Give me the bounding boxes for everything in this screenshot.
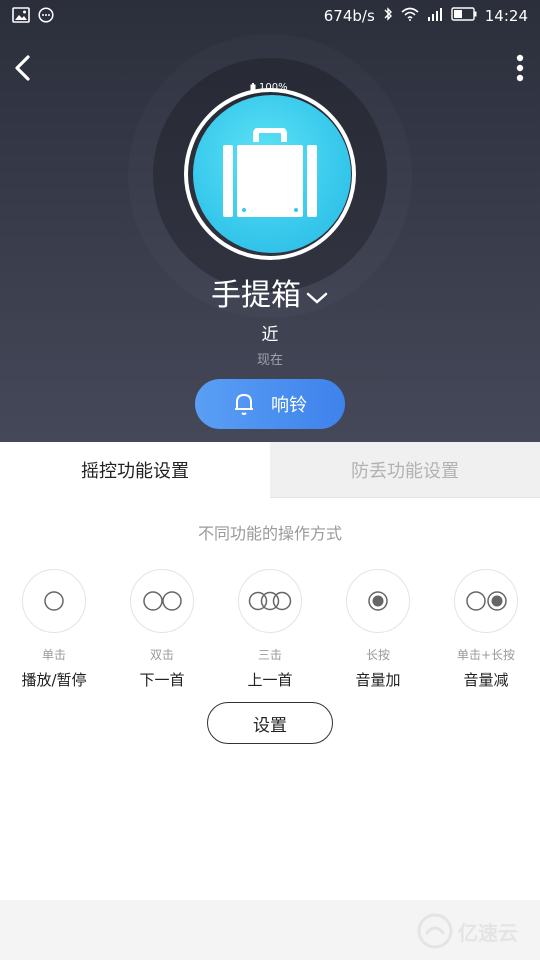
gesture-type: 单击: [41, 648, 66, 662]
gesture-type: 双击: [149, 648, 174, 662]
gesture-item-double: 双击 下一首: [112, 569, 212, 690]
settings-tabs: 摇控功能设置 防丢功能设置: [0, 442, 540, 498]
chevron-left-icon: [15, 55, 30, 81]
signal-icon: [427, 7, 443, 25]
tab-label: 防丢功能设置: [351, 460, 459, 482]
single-click-icon: [22, 569, 86, 633]
tab-label: 摇控功能设置: [81, 461, 189, 482]
battery-percent: 100%: [259, 82, 288, 93]
triple-click-icon: [238, 569, 302, 633]
watermark-logo: 亿速云: [416, 912, 518, 950]
gesture-action: 播放/暂停: [21, 671, 87, 689]
gesture-action: 下一首: [139, 671, 185, 689]
gesture-action: 音量加: [355, 671, 401, 689]
network-speed: 674b/s: [323, 7, 375, 25]
bluetooth-icon: [383, 6, 393, 26]
click-long-press-icon: [454, 569, 518, 633]
gesture-item-long-press: 长按 音量加: [328, 569, 428, 690]
clock: 14:24: [484, 7, 528, 25]
ring-button[interactable]: 响铃: [195, 379, 345, 429]
tab-remote-control[interactable]: 摇控功能设置: [0, 442, 270, 498]
gesture-action: 上一首: [247, 671, 293, 689]
more-menu-button[interactable]: [514, 54, 526, 84]
chevron-down-icon: [305, 279, 329, 314]
small-battery-icon: [250, 83, 256, 92]
tab-anti-lost[interactable]: 防丢功能设置: [270, 442, 540, 498]
gesture-type: 长按: [365, 648, 390, 662]
gesture-item-click-long-press: 单击+长按 音量减: [436, 569, 536, 690]
section-hint: 不同功能的操作方式: [197, 524, 342, 543]
back-button[interactable]: [10, 52, 38, 84]
status-bar: 674b/s 14:24: [0, 0, 540, 32]
device-name-selector[interactable]: 手提箱: [0, 270, 540, 314]
long-press-icon: [346, 569, 410, 633]
image-icon: [12, 7, 30, 27]
gesture-action: 音量减: [463, 671, 509, 689]
suitcase-icon: [223, 128, 317, 217]
watermark-icon: [417, 913, 453, 949]
settings-button[interactable]: 设置: [207, 702, 333, 744]
last-seen: 现在: [256, 353, 283, 368]
gesture-type: 单击+长按: [456, 648, 516, 662]
device-name: 手提箱: [211, 278, 301, 313]
ring-button-label: 响铃: [271, 395, 307, 416]
battery-icon: [451, 7, 477, 25]
device-header: 674b/s 14:24 100% 手提箱 近 现在 响铃: [0, 0, 540, 442]
proximity-status: 近: [261, 325, 279, 345]
bell-icon: [235, 393, 253, 415]
chat-icon: [38, 7, 54, 27]
gesture-type: 三击: [257, 648, 282, 662]
gesture-item-triple: 三击 上一首: [220, 569, 320, 690]
more-vertical-icon: [516, 54, 524, 82]
double-click-icon: [130, 569, 194, 633]
battery-indicator: 100%: [250, 82, 288, 93]
gesture-item-single: 单击 播放/暂停: [4, 569, 104, 690]
wifi-icon: [401, 7, 419, 25]
